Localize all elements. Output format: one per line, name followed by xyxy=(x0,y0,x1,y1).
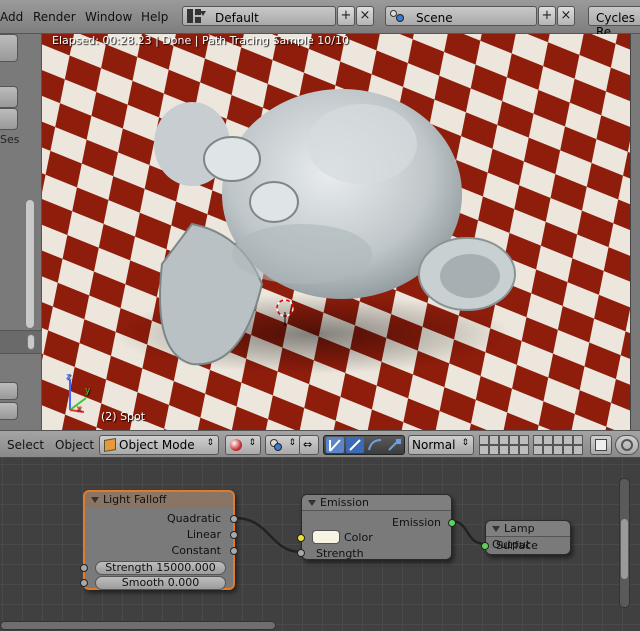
scene-icon xyxy=(390,9,406,23)
3d-viewport[interactable]: Elapsed: 00:28.23 | Done | Path Tracing … xyxy=(42,34,630,430)
manipulator-icon: ⇔ xyxy=(303,438,313,451)
shelf-button[interactable] xyxy=(0,108,18,130)
socket-emission-out[interactable] xyxy=(448,519,456,527)
node-header[interactable]: Lamp Output xyxy=(486,521,570,551)
select-menu[interactable]: Select xyxy=(7,438,44,452)
pivot-point-dropdown[interactable]: ⇕ xyxy=(265,435,301,455)
output-label: Emission xyxy=(392,516,441,529)
color-swatch[interactable] xyxy=(312,530,340,544)
socket-smooth-in[interactable] xyxy=(80,579,88,587)
updown-arrow-icon: ⇕ xyxy=(288,438,296,448)
transform-orientation-dropdown[interactable]: Normal ⇕ xyxy=(408,435,474,455)
socket-quadratic[interactable] xyxy=(230,515,238,523)
add-layout-button[interactable]: + xyxy=(337,6,355,26)
node-title: Light Falloff xyxy=(103,493,167,506)
axis-label-x: x xyxy=(76,404,82,414)
mode-value: Object Mode xyxy=(119,438,195,452)
socket-color-in[interactable] xyxy=(297,534,305,542)
info-header: Add Render Window Help Default + × Scene… xyxy=(0,0,640,39)
socket-linear[interactable] xyxy=(230,531,238,539)
rotate-icon[interactable] xyxy=(366,437,384,453)
mode-dropdown[interactable]: Object Mode ⇕ xyxy=(99,435,219,455)
shelf-button[interactable] xyxy=(0,402,18,420)
object-mode-icon xyxy=(104,437,116,453)
updown-arrow-icon: ⇕ xyxy=(248,438,256,448)
render-engine-dropdown[interactable]: Cycles Re xyxy=(588,6,640,39)
light-falloff-node[interactable]: Light Falloff Quadratic Linear Constant … xyxy=(80,490,238,590)
node-title: Emission xyxy=(320,496,369,509)
menu-add[interactable]: Add xyxy=(0,10,23,24)
color-label: Color xyxy=(344,531,373,544)
output-label: Constant xyxy=(171,544,221,557)
layer-buttons[interactable] xyxy=(479,435,529,455)
node-header[interactable]: Light Falloff xyxy=(85,492,233,508)
node-editor-vscroll-track[interactable] xyxy=(619,478,630,608)
socket-strength-in[interactable] xyxy=(297,549,305,557)
rendered-scene xyxy=(42,34,630,430)
collapse-triangle-icon[interactable] xyxy=(492,526,500,532)
collapse-triangle-icon[interactable] xyxy=(308,500,316,506)
node-editor-vscroll-thumb[interactable] xyxy=(621,519,628,579)
menu-help[interactable]: Help xyxy=(141,10,168,24)
object-menu[interactable]: Object xyxy=(55,438,94,452)
shelf-divider xyxy=(0,330,42,354)
menu-window[interactable]: Window xyxy=(85,10,132,24)
manipulator-group xyxy=(323,435,405,455)
shelf-scrollbar[interactable] xyxy=(25,199,35,329)
socket-constant[interactable] xyxy=(230,547,238,555)
menu-render[interactable]: Render xyxy=(33,10,76,24)
pivot-icon xyxy=(270,439,282,451)
emission-node[interactable]: Emission Emission Color Strength xyxy=(297,494,456,560)
rendered-shading-icon xyxy=(230,439,242,451)
properties-region-edge[interactable] xyxy=(630,34,640,430)
move-icon[interactable] xyxy=(346,437,364,453)
lock-icon xyxy=(595,439,607,451)
smooth-field[interactable]: Smooth 0.000 xyxy=(95,576,226,590)
axis-label-z: z xyxy=(66,372,71,382)
screen-layout-icon xyxy=(187,9,201,23)
strength-field[interactable]: Strength 15000.000 xyxy=(95,561,226,575)
shelf-button[interactable] xyxy=(0,382,18,400)
updown-arrow-icon: ⇕ xyxy=(461,438,469,448)
viewport-shading-dropdown[interactable]: ⇕ xyxy=(225,435,261,455)
chevron-down-icon xyxy=(200,11,206,16)
layer-buttons[interactable] xyxy=(533,435,583,455)
shelf-button[interactable] xyxy=(0,86,18,108)
remove-scene-button[interactable]: × xyxy=(557,6,575,26)
scale-icon[interactable] xyxy=(386,437,404,453)
camera-icon xyxy=(621,439,633,451)
scene-dropdown[interactable]: Scene xyxy=(385,6,537,26)
socket-surface-in[interactable] xyxy=(481,542,489,550)
transform-manipulator-toggle[interactable]: ⇔ xyxy=(299,435,319,455)
updown-arrow-icon: ⇕ xyxy=(206,438,214,448)
output-label: Quadratic xyxy=(166,512,221,525)
socket-strength-in[interactable] xyxy=(80,564,88,572)
output-label: Linear xyxy=(186,528,221,541)
shelf-label: Ses xyxy=(0,133,20,146)
node-editor-hscroll[interactable] xyxy=(0,621,276,630)
remove-layout-button[interactable]: × xyxy=(356,6,374,26)
node-editor[interactable]: Light Falloff Quadratic Linear Constant … xyxy=(0,458,640,631)
render-status-text: Elapsed: 00:28.23 | Done | Path Tracing … xyxy=(52,34,349,47)
tool-shelf: Ses xyxy=(0,34,42,430)
add-scene-button[interactable]: + xyxy=(538,6,556,26)
node-header[interactable]: Emission xyxy=(302,495,451,511)
lamp-output-node[interactable]: Lamp Output Surface xyxy=(481,520,571,555)
shelf-button[interactable] xyxy=(0,34,18,62)
axis-label-y: y xyxy=(85,386,91,396)
active-object-label: (2) Spot xyxy=(101,410,146,423)
screen-layout-dropdown[interactable]: Default xyxy=(182,6,336,26)
collapse-triangle-icon[interactable] xyxy=(91,497,99,503)
lock-layers-button[interactable] xyxy=(590,435,612,455)
3d-view-header: Select Object Object Mode ⇕ ⇕ ⇕ ⇔ Normal… xyxy=(0,430,640,458)
render-button[interactable] xyxy=(615,435,639,455)
surface-label: Surface xyxy=(496,539,538,552)
screen-layout-value: Default xyxy=(215,11,259,25)
scene-value: Scene xyxy=(416,11,453,25)
translate-icon[interactable] xyxy=(326,437,344,453)
orientation-value: Normal xyxy=(412,438,456,452)
strength-label: Strength xyxy=(316,547,364,560)
shelf-scrollbar-small[interactable] xyxy=(27,334,35,350)
